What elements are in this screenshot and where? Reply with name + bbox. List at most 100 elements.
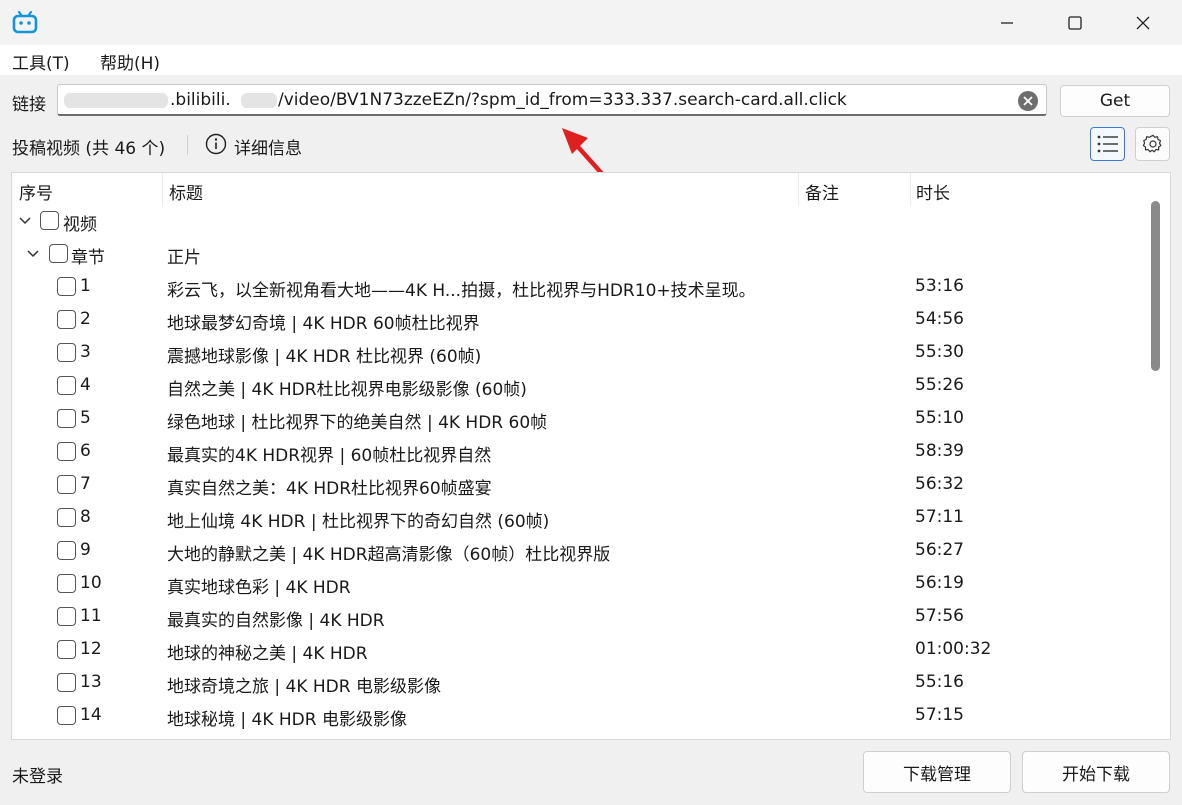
column-separator[interactable] bbox=[162, 173, 163, 207]
table-row[interactable]: 7 真实自然之美：4K HDR杜比视界60帧盛宴 56:32 bbox=[12, 469, 1142, 502]
close-icon bbox=[1136, 16, 1150, 29]
row-index: 2 bbox=[80, 309, 91, 329]
row-checkbox[interactable] bbox=[57, 277, 76, 296]
row-index: 5 bbox=[80, 408, 91, 428]
row-checkbox[interactable] bbox=[57, 607, 76, 626]
minimize-icon bbox=[1001, 21, 1013, 24]
app-logo-icon bbox=[12, 10, 38, 34]
clear-icon bbox=[1023, 96, 1033, 106]
list-view-button[interactable] bbox=[1090, 127, 1125, 161]
table-row[interactable]: 8 地上仙境 4K HDR | 杜比视界下的奇幻自然 (60帧) 57:11 bbox=[12, 502, 1142, 535]
tree-group-row[interactable]: 视频 bbox=[12, 205, 1142, 238]
table-header: 序号 标题 备注 时长 bbox=[12, 173, 1142, 207]
header-index[interactable]: 序号 bbox=[19, 179, 53, 204]
table-row[interactable]: 11 最真实的自然影像 | 4K HDR 57:56 bbox=[12, 601, 1142, 634]
download-manager-button[interactable]: 下载管理 bbox=[863, 751, 1011, 793]
row-checkbox[interactable] bbox=[57, 475, 76, 494]
row-index: 14 bbox=[80, 705, 102, 725]
header-title[interactable]: 标题 bbox=[169, 179, 203, 204]
table-row[interactable]: 13 地球奇境之旅 | 4K HDR 电影级影像 55:16 bbox=[12, 667, 1142, 700]
list-icon bbox=[1097, 135, 1118, 153]
url-input[interactable]: .bilibili. /video/BV1N73zzeEZn/?spm_id_f… bbox=[57, 84, 1047, 116]
chevron-down-icon[interactable] bbox=[17, 213, 33, 229]
info-icon[interactable] bbox=[205, 133, 227, 155]
menu-tools[interactable]: 工具(T) bbox=[12, 49, 70, 74]
row-index: 12 bbox=[80, 639, 102, 659]
row-duration: 57:15 bbox=[915, 705, 964, 725]
vertical-scrollbar[interactable] bbox=[1142, 173, 1170, 739]
row-title: 地球的神秘之美 | 4K HDR bbox=[167, 644, 368, 664]
url-host-text: .bilibili. bbox=[170, 90, 231, 110]
row-index: 8 bbox=[80, 507, 91, 527]
row-title: 绿色地球 | 杜比视界下的绝美自然 | 4K HDR 60帧 bbox=[167, 413, 548, 433]
row-duration: 58:39 bbox=[915, 441, 964, 461]
row-title: 最真实的4K HDR视界 | 60帧杜比视界自然 bbox=[167, 446, 492, 466]
header-note[interactable]: 备注 bbox=[805, 179, 839, 204]
row-title: 地球秘境 | 4K HDR 电影级影像 bbox=[167, 710, 407, 730]
table-row[interactable]: 6 最真实的4K HDR视界 | 60帧杜比视界自然 58:39 bbox=[12, 436, 1142, 469]
table-row[interactable]: 14 地球秘境 | 4K HDR 电影级影像 57:15 bbox=[12, 700, 1142, 733]
row-index: 13 bbox=[80, 672, 102, 692]
row-checkbox[interactable] bbox=[57, 574, 76, 593]
login-status: 未登录 bbox=[12, 767, 63, 787]
get-button[interactable]: Get bbox=[1060, 85, 1170, 117]
video-count-label: 投稿视频 (共 46 个) bbox=[12, 139, 166, 159]
row-checkbox[interactable] bbox=[57, 442, 76, 461]
row-duration: 54:56 bbox=[915, 309, 964, 329]
row-duration: 57:56 bbox=[915, 606, 964, 626]
group-checkbox[interactable] bbox=[40, 211, 59, 230]
settings-button[interactable] bbox=[1135, 127, 1170, 161]
divider bbox=[187, 135, 188, 155]
table-row[interactable]: 1 彩云飞，以全新视角看大地——4K H...拍摄，杜比视界与HDR10+技术呈现… bbox=[12, 271, 1142, 304]
row-checkbox[interactable] bbox=[57, 343, 76, 362]
row-checkbox[interactable] bbox=[57, 706, 76, 725]
column-separator[interactable] bbox=[798, 173, 799, 207]
row-title: 地球奇境之旅 | 4K HDR 电影级影像 bbox=[167, 677, 441, 697]
url-path-text: /video/BV1N73zzeEZn/?spm_id_from=333.337… bbox=[278, 90, 847, 110]
clear-input-button[interactable] bbox=[1018, 91, 1038, 111]
maximize-button[interactable] bbox=[1046, 0, 1104, 45]
row-checkbox[interactable] bbox=[57, 409, 76, 428]
row-duration: 01:00:32 bbox=[915, 639, 992, 659]
row-checkbox[interactable] bbox=[57, 310, 76, 329]
scrollbar-thumb[interactable] bbox=[1151, 201, 1160, 371]
row-duration: 56:19 bbox=[915, 573, 964, 593]
row-index: 9 bbox=[80, 540, 91, 560]
row-title: 自然之美 | 4K HDR杜比视界电影级影像 (60帧) bbox=[167, 380, 527, 400]
chevron-down-icon[interactable] bbox=[25, 246, 41, 262]
table-row[interactable]: 12 地球的神秘之美 | 4K HDR 01:00:32 bbox=[12, 634, 1142, 667]
section-checkbox[interactable] bbox=[49, 244, 68, 263]
row-title: 真实地球色彩 | 4K HDR bbox=[167, 578, 351, 598]
menu-help[interactable]: 帮助(H) bbox=[100, 49, 160, 74]
tree-section-row[interactable]: 章节 正片 bbox=[12, 238, 1142, 271]
row-checkbox[interactable] bbox=[57, 508, 76, 527]
minimize-button[interactable] bbox=[978, 0, 1036, 45]
row-title: 地上仙境 4K HDR | 杜比视界下的奇幻自然 (60帧) bbox=[167, 512, 550, 532]
header-duration[interactable]: 时长 bbox=[916, 179, 950, 204]
row-duration: 57:11 bbox=[915, 507, 964, 527]
section-title: 正片 bbox=[167, 248, 201, 268]
row-duration: 55:10 bbox=[915, 408, 964, 428]
row-duration: 55:26 bbox=[915, 375, 964, 395]
group-label: 视频 bbox=[63, 215, 97, 235]
row-title: 真实自然之美：4K HDR杜比视界60帧盛宴 bbox=[167, 479, 492, 499]
table-row[interactable]: 4 自然之美 | 4K HDR杜比视界电影级影像 (60帧) 55:26 bbox=[12, 370, 1142, 403]
table-row[interactable]: 9 大地的静默之美 | 4K HDR超高清影像（60帧）杜比视界版 56:27 bbox=[12, 535, 1142, 568]
row-checkbox[interactable] bbox=[57, 640, 76, 659]
column-separator[interactable] bbox=[910, 173, 911, 207]
row-checkbox[interactable] bbox=[57, 673, 76, 692]
table-row[interactable]: 3 震撼地球影像 | 4K HDR 杜比视界 (60帧) 55:30 bbox=[12, 337, 1142, 370]
table-row[interactable]: 10 真实地球色彩 | 4K HDR 56:19 bbox=[12, 568, 1142, 601]
row-title: 彩云飞，以全新视角看大地——4K H...拍摄，杜比视界与HDR10+技术呈现。 bbox=[167, 281, 756, 301]
row-index: 10 bbox=[80, 573, 102, 593]
table-row[interactable]: 2 地球最梦幻奇境 | 4K HDR 60帧杜比视界 54:56 bbox=[12, 304, 1142, 337]
close-button[interactable] bbox=[1114, 0, 1172, 45]
row-checkbox[interactable] bbox=[57, 376, 76, 395]
table-row[interactable]: 5 绿色地球 | 杜比视界下的绝美自然 | 4K HDR 60帧 55:10 bbox=[12, 403, 1142, 436]
start-download-button[interactable]: 开始下载 bbox=[1022, 751, 1170, 793]
row-duration: 53:16 bbox=[915, 276, 964, 296]
row-duration: 55:30 bbox=[915, 342, 964, 362]
detail-info-button[interactable]: 详细信息 bbox=[234, 134, 302, 159]
row-checkbox[interactable] bbox=[57, 541, 76, 560]
row-index: 3 bbox=[80, 342, 91, 362]
